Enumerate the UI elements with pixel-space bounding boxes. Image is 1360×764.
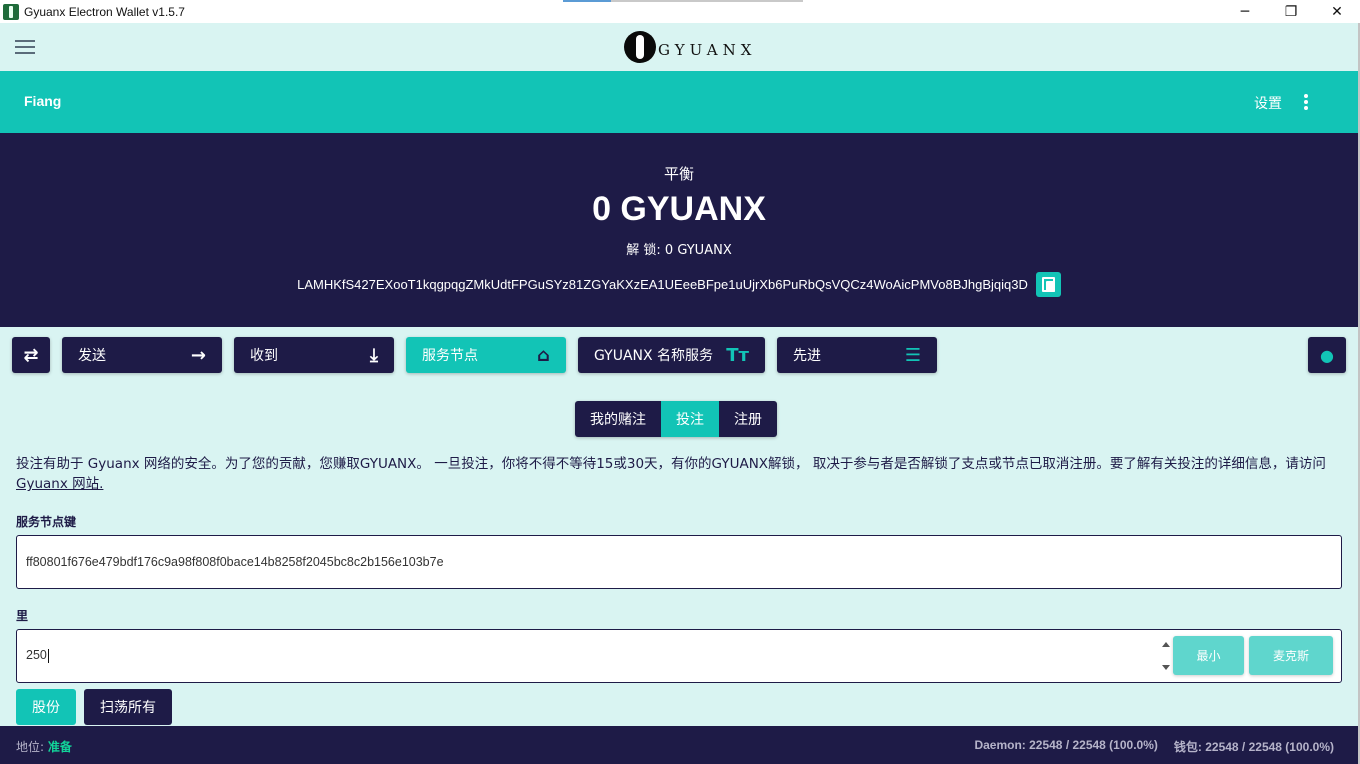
service-node-key-field[interactable]: ff80801f676e479bdf176c9a98f808f0bace14b8…: [16, 535, 1342, 589]
stake-tabs: 我的赌注 投注 注册: [575, 401, 777, 437]
receive-button[interactable]: 收到 ⤓: [234, 337, 394, 373]
balance-label: 平衡: [663, 165, 694, 183]
restore-button[interactable]: ❐: [1268, 0, 1314, 23]
minimize-button[interactable]: ─: [1222, 0, 1268, 23]
tune-icon: ☰: [904, 344, 921, 366]
wallet-bar: Fiang 设置: [0, 71, 1358, 133]
sync-status: Daemon: 22548 / 22548 (100.0%) 钱包: 22548…: [974, 738, 1334, 755]
sweep-all-button[interactable]: 扫荡所有: [84, 689, 172, 725]
balance-amount: 0 GYUANX: [592, 190, 766, 228]
wallet-name: Fiang: [24, 93, 62, 109]
stake-button[interactable]: 股份: [16, 689, 76, 725]
send-label: 发送: [78, 348, 106, 364]
app-header: GYUANX: [0, 23, 1358, 71]
service-node-key-label: 服务节点键: [16, 515, 77, 529]
logo-mark-icon: [624, 31, 656, 63]
wallet-sync: 钱包: 22548 / 22548 (100.0%): [1173, 740, 1334, 754]
amount-value: 250: [26, 648, 47, 662]
router-icon: ⌂: [537, 344, 550, 366]
service-node-key-value: ff80801f676e479bdf176c9a98f808f0bace14b8…: [26, 555, 444, 569]
close-button[interactable]: ✕: [1314, 0, 1360, 23]
tab-my-stakes[interactable]: 我的赌注: [575, 401, 661, 437]
tab-register[interactable]: 注册: [719, 401, 777, 437]
download-icon: ⤓: [370, 344, 378, 366]
app-icon: [3, 3, 19, 20]
logo-text: GYUANX: [658, 41, 757, 59]
amount-label: 里: [16, 609, 29, 623]
name-service-label: GYUANX 名称服务: [594, 348, 714, 364]
advanced-button[interactable]: 先进 ☰: [777, 337, 937, 373]
copy-icon[interactable]: [1035, 272, 1061, 297]
stepper-up-icon[interactable]: [1162, 642, 1170, 647]
send-button[interactable]: 发送 →: [62, 337, 222, 373]
name-service-button[interactable]: GYUANX 名称服务 Tт: [578, 337, 765, 373]
top-scroll-indicator: [563, 0, 803, 2]
amount-value-wrap: 250: [26, 648, 49, 663]
text-format-icon: Tт: [726, 344, 749, 366]
swap-button[interactable]: ⇄: [12, 337, 50, 373]
account-button[interactable]: ●: [1308, 337, 1346, 373]
status-bar: 地位: 准备 Daemon: 22548 / 22548 (100.0%) 钱包…: [0, 726, 1358, 764]
service-node-label: 服务节点: [422, 348, 478, 364]
balance-panel: 平衡 0 GYUANX 解 锁: 0 GYUANX LAMHKfS427EXoo…: [0, 133, 1358, 327]
stepper-down-icon[interactable]: [1162, 665, 1170, 670]
unlocked-balance: 解 锁: 0 GYUANX: [626, 243, 732, 258]
website-link[interactable]: Gyuanx 网站.: [16, 476, 103, 492]
amount-field[interactable]: 250 最小 麦克斯: [16, 629, 1342, 683]
advanced-label: 先进: [793, 348, 821, 364]
daemon-sync: Daemon: 22548 / 22548 (100.0%): [974, 738, 1158, 752]
stake-description: 投注有助于 Gyuanx 网络的安全。为了您的贡献，您赚取GYUANX。 一旦投…: [16, 454, 1346, 494]
nav-row: ⇄ 发送 → 收到 ⤓ 服务节点 ⌂ GYUANX 名称服务 Tт 先进 ☰ ●: [0, 337, 1358, 373]
status-position-label: 地位:: [16, 740, 45, 754]
hamburger-icon[interactable]: [15, 40, 35, 54]
status-ready: 准备: [47, 740, 72, 754]
address-row: LAMHKfS427EXooT1kqgpqgZMkUdtFPGuSYz81ZGY…: [0, 272, 1358, 297]
status-position: 地位: 准备: [16, 738, 72, 755]
amount-stepper[interactable]: [1161, 642, 1171, 670]
description-text: 投注有助于 Gyuanx 网络的安全。为了您的贡献，您赚取GYUANX。 一旦投…: [16, 456, 1326, 472]
window-controls: ─ ❐ ✕: [1222, 0, 1360, 23]
account-icon: ●: [1320, 345, 1334, 365]
wallet-address: LAMHKfS427EXooT1kqgpqgZMkUdtFPGuSYz81ZGY…: [297, 277, 1028, 292]
window-title: Gyuanx Electron Wallet v1.5.7: [24, 4, 185, 19]
service-node-button[interactable]: 服务节点 ⌂: [406, 337, 566, 373]
logo: GYUANX: [624, 31, 756, 63]
swap-icon: ⇄: [23, 344, 39, 366]
kebab-icon[interactable]: [1302, 94, 1310, 110]
settings-button[interactable]: 设置: [1254, 93, 1282, 113]
min-button[interactable]: 最小: [1173, 636, 1244, 675]
max-button[interactable]: 麦克斯: [1249, 636, 1333, 675]
window-titlebar: Gyuanx Electron Wallet v1.5.7 ─ ❐ ✕: [0, 0, 1360, 23]
arrow-right-icon: →: [190, 344, 206, 366]
receive-label: 收到: [250, 348, 278, 364]
text-caret: [47, 648, 49, 663]
tab-stake[interactable]: 投注: [661, 401, 719, 437]
